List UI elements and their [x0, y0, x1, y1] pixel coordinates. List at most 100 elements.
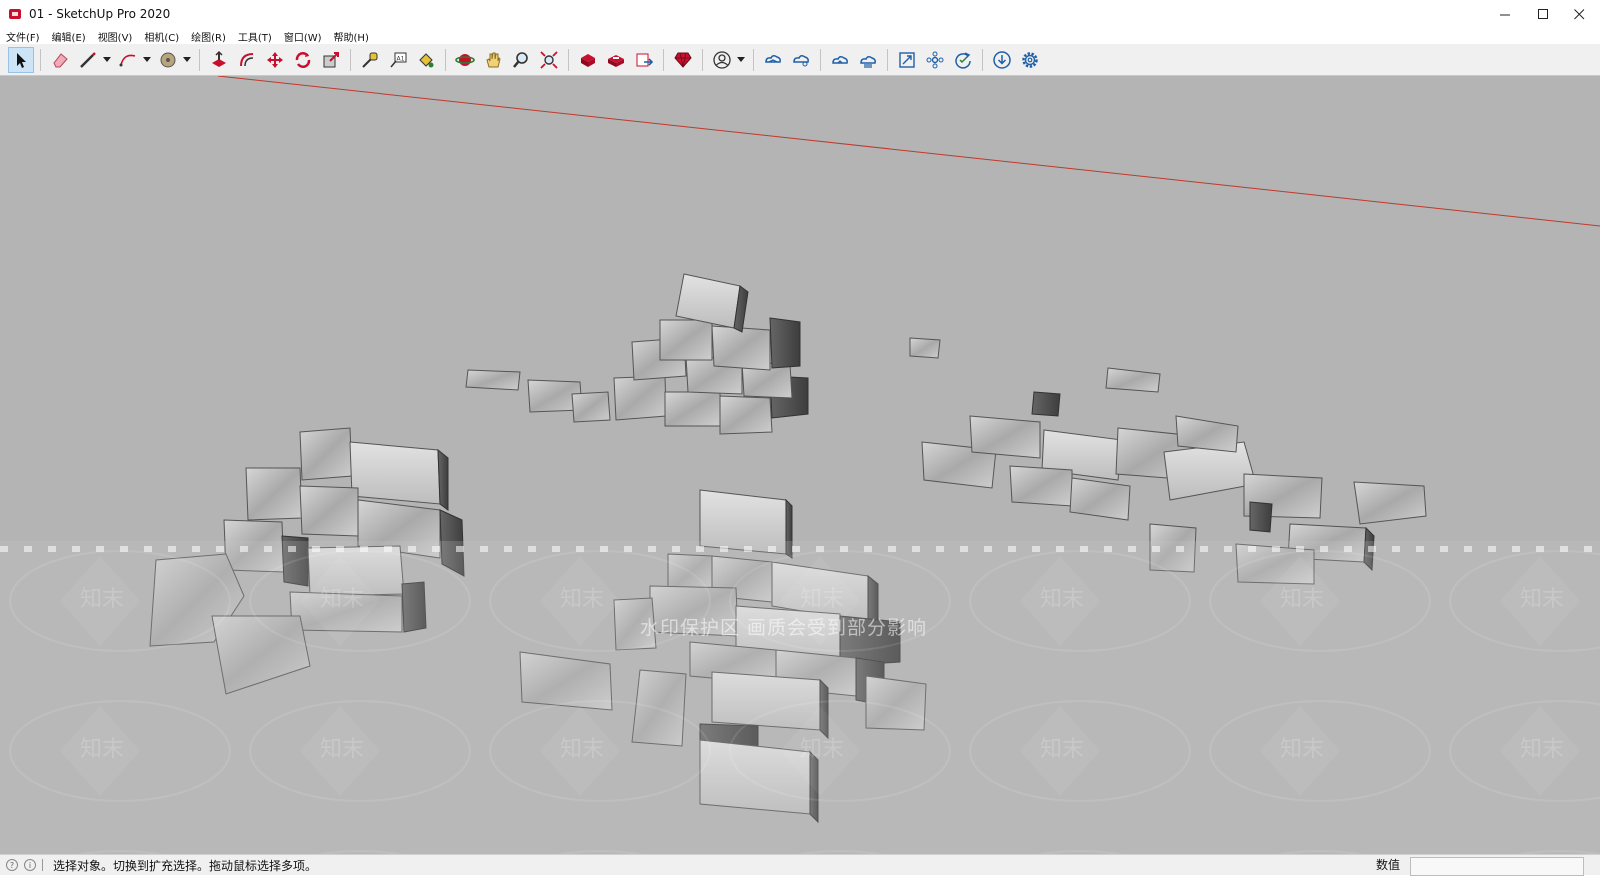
zoom-extents-tool-button[interactable] [536, 47, 562, 73]
send-to-layout-button[interactable] [631, 47, 657, 73]
arc-icon [119, 54, 136, 66]
refresh-icon [955, 51, 971, 69]
menu-view[interactable]: 视图(V) [92, 29, 139, 44]
push-pull-tool-button[interactable] [206, 47, 232, 73]
arc-tool-dropdown[interactable] [142, 47, 152, 73]
watermark-caption: 水印保护区 画质会受到部分影响 [640, 617, 928, 639]
modeling-viewport[interactable]: 知末 [0, 76, 1600, 854]
scene-canvas: 知末 [0, 76, 1600, 854]
toolbar-separator [445, 48, 446, 71]
tape-measure-tool-button[interactable] [357, 47, 383, 73]
extension-warehouse-button[interactable] [603, 47, 629, 73]
select-icon [17, 52, 26, 68]
menu-camera[interactable]: 相机(C) [138, 29, 185, 44]
eraser-tool-button[interactable] [47, 47, 73, 73]
cloud-upload-button[interactable] [855, 47, 881, 73]
move-tool-button[interactable] [262, 47, 288, 73]
toolbar-separator [982, 48, 983, 71]
offset-icon [240, 52, 254, 66]
settings-button[interactable] [1017, 47, 1043, 73]
cloud-sync-button[interactable] [827, 47, 853, 73]
menu-edit[interactable]: 编辑(E) [46, 29, 92, 44]
orbit-icon [455, 53, 475, 66]
tape-measure-icon [362, 52, 378, 68]
line-icon [80, 51, 96, 68]
refresh-button[interactable] [950, 47, 976, 73]
toolbar-separator [199, 48, 200, 71]
push-pull-icon [212, 50, 226, 67]
text-tool-button[interactable]: A1 [385, 47, 411, 73]
geo-location-icon[interactable]: ? [6, 859, 18, 871]
trimble-share-button[interactable] [788, 47, 814, 73]
toolbar-separator [753, 48, 754, 71]
shape-icon [160, 52, 176, 67]
horizon-line [217, 76, 1600, 227]
download-button[interactable] [989, 47, 1015, 73]
title-bar: 01 - SketchUp Pro 2020 [0, 0, 1600, 28]
eraser-icon [53, 52, 68, 67]
trimble-connect-icon [765, 54, 781, 63]
send-to-layout-icon [636, 53, 654, 66]
sketchup-app-icon [9, 9, 21, 19]
components-button[interactable] [922, 47, 948, 73]
shape-tool-dropdown[interactable] [182, 47, 192, 73]
cloud-sync-icon [832, 55, 848, 64]
maximize-button[interactable] [1524, 0, 1562, 28]
status-bar: ? i 选择对象。切换到扩充选择。拖动鼠标选择多项。 [0, 854, 1600, 875]
brick-pile-back [465, 273, 941, 435]
components-icon [926, 51, 944, 68]
minimize-button[interactable] [1486, 0, 1524, 28]
chevron-down-icon [103, 57, 111, 62]
settings-icon [1022, 51, 1038, 68]
status-prompt: 选择对象。切换到扩充选择。拖动鼠标选择多项。 [53, 858, 318, 873]
zoom-tool-button[interactable] [508, 47, 534, 73]
close-icon [1573, 8, 1584, 19]
cloud-upload-icon [860, 55, 876, 68]
scale-icon [323, 51, 339, 67]
text-icon: A1 [390, 52, 407, 67]
paint-bucket-tool-button[interactable] [413, 47, 439, 73]
orbit-tool-button[interactable] [452, 47, 478, 73]
toolbar: A1 [0, 44, 1600, 76]
pan-tool-button[interactable] [480, 47, 506, 73]
info-icon[interactable]: i [24, 859, 36, 871]
trimble-connect-button[interactable] [760, 47, 786, 73]
trimble-share-icon [793, 54, 809, 66]
measurements-input[interactable] [1410, 857, 1584, 876]
menu-help[interactable]: 帮助(H) [328, 29, 375, 44]
toolbar-separator [702, 48, 703, 71]
shape-tool-button[interactable] [155, 47, 181, 73]
arc-tool-button[interactable] [115, 47, 141, 73]
3d-warehouse-button[interactable] [575, 47, 601, 73]
extension-manager-button[interactable] [670, 47, 696, 73]
svg-text:A1: A1 [397, 55, 405, 62]
toolbar-separator [820, 48, 821, 71]
fullscreen-icon [899, 51, 915, 68]
chevron-down-icon [143, 57, 151, 62]
scale-tool-button[interactable] [318, 47, 344, 73]
menu-tools[interactable]: 工具(T) [232, 29, 278, 44]
fullscreen-button[interactable] [894, 47, 920, 73]
move-icon [267, 51, 283, 68]
toolbar-separator [887, 48, 888, 71]
account-dropdown[interactable] [736, 47, 746, 73]
account-button[interactable] [709, 47, 735, 73]
menu-file[interactable]: 文件(F) [0, 29, 46, 44]
line-tool-button[interactable] [75, 47, 101, 73]
status-divider [42, 859, 43, 871]
line-tool-dropdown[interactable] [102, 47, 112, 73]
menu-window[interactable]: 窗口(W) [278, 29, 328, 44]
offset-tool-button[interactable] [234, 47, 260, 73]
select-tool-button[interactable] [8, 46, 34, 73]
chevron-down-icon [183, 57, 191, 62]
3d-warehouse-icon [581, 53, 595, 67]
toolbar-separator [350, 48, 351, 71]
rotate-tool-button[interactable] [290, 47, 316, 73]
paint-bucket-icon [419, 52, 434, 67]
menu-draw[interactable]: 绘图(R) [185, 29, 232, 44]
maximize-icon [1537, 8, 1548, 19]
toolbar-separator [568, 48, 569, 71]
window-title: 01 - SketchUp Pro 2020 [29, 7, 171, 21]
close-button[interactable] [1560, 0, 1598, 28]
extension-warehouse-icon [608, 54, 624, 67]
